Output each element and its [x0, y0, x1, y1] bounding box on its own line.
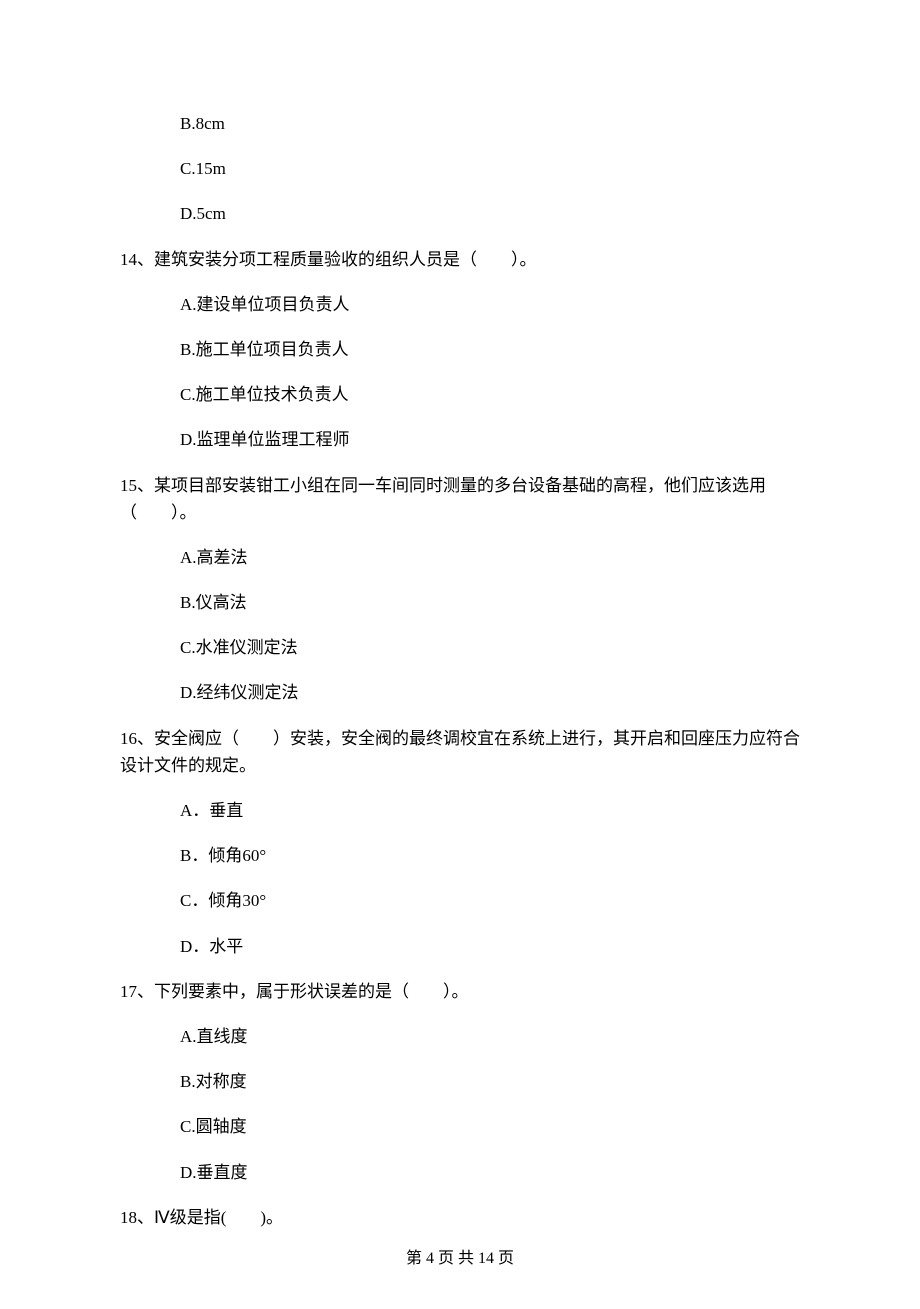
option-c: C.15m [180, 155, 800, 182]
option-text: D．水平 [180, 937, 243, 956]
question-text: 17、下列要素中，属于形状误差的是（ ）。 [120, 982, 469, 1001]
option-text: C.水准仪测定法 [180, 638, 298, 657]
q13-remaining-options: B.8cm C.15m D.5cm [120, 110, 800, 228]
q14-options: A.建设单位项目负责人 B.施工单位项目负责人 C.施工单位技术负责人 D.监理… [120, 291, 800, 454]
option-b: B.仪高法 [180, 589, 800, 616]
option-a: A．垂直 [180, 797, 800, 824]
option-text: A.建设单位项目负责人 [180, 295, 350, 314]
option-text: A.直线度 [180, 1027, 248, 1046]
option-text: A.高差法 [180, 548, 248, 567]
option-text: D.垂直度 [180, 1163, 248, 1182]
option-d: D.监理单位监理工程师 [180, 426, 800, 453]
option-a: A.高差法 [180, 544, 800, 571]
option-b: B.施工单位项目负责人 [180, 336, 800, 363]
option-a: A.建设单位项目负责人 [180, 291, 800, 318]
option-b: B．倾角60° [180, 842, 800, 869]
option-a: A.直线度 [180, 1023, 800, 1050]
option-text: C.施工单位技术负责人 [180, 385, 349, 404]
option-text: B.施工单位项目负责人 [180, 340, 349, 359]
option-d: D.经纬仪测定法 [180, 679, 800, 706]
option-text: A．垂直 [180, 801, 243, 820]
question-text: 15、某项目部安装钳工小组在同一车间同时测量的多台设备基础的高程，他们应该选用（… [120, 476, 766, 522]
option-b: B.8cm [180, 110, 800, 137]
question-18: 18、Ⅳ级是指( )。 [120, 1204, 800, 1231]
question-15: 15、某项目部安装钳工小组在同一车间同时测量的多台设备基础的高程，他们应该选用（… [120, 472, 800, 526]
question-text: 14、建筑安装分项工程质量验收的组织人员是（ ）。 [120, 250, 537, 269]
option-d: D.垂直度 [180, 1159, 800, 1186]
option-b: B.对称度 [180, 1068, 800, 1095]
question-text: 18、Ⅳ级是指( )。 [120, 1208, 283, 1227]
option-d: D.5cm [180, 200, 800, 227]
option-c: C．倾角30° [180, 887, 800, 914]
document-page: B.8cm C.15m D.5cm 14、建筑安装分项工程质量验收的组织人员是（… [0, 0, 920, 1309]
page-number: 第 4 页 共 14 页 [0, 1246, 920, 1272]
option-text: C．倾角30° [180, 891, 266, 910]
option-text: D.经纬仪测定法 [180, 683, 299, 702]
option-text: D.5cm [180, 204, 226, 223]
option-c: C.施工单位技术负责人 [180, 381, 800, 408]
option-c: C.水准仪测定法 [180, 634, 800, 661]
option-text: B.对称度 [180, 1072, 247, 1091]
question-text: 16、安全阀应（ ）安装，安全阀的最终调校宜在系统上进行，其开启和回座压力应符合… [120, 729, 800, 775]
option-text: B.8cm [180, 114, 225, 133]
page-number-text: 第 4 页 共 14 页 [406, 1250, 514, 1267]
q17-options: A.直线度 B.对称度 C.圆轴度 D.垂直度 [120, 1023, 800, 1186]
q15-options: A.高差法 B.仪高法 C.水准仪测定法 D.经纬仪测定法 [120, 544, 800, 707]
question-14: 14、建筑安装分项工程质量验收的组织人员是（ ）。 [120, 246, 800, 273]
q16-options: A．垂直 B．倾角60° C．倾角30° D．水平 [120, 797, 800, 960]
option-text: B.仪高法 [180, 593, 247, 612]
question-17: 17、下列要素中，属于形状误差的是（ ）。 [120, 978, 800, 1005]
option-d: D．水平 [180, 933, 800, 960]
option-text: C.圆轴度 [180, 1117, 247, 1136]
question-16: 16、安全阀应（ ）安装，安全阀的最终调校宜在系统上进行，其开启和回座压力应符合… [120, 725, 800, 779]
option-text: B．倾角60° [180, 846, 266, 865]
option-text: D.监理单位监理工程师 [180, 430, 350, 449]
option-c: C.圆轴度 [180, 1113, 800, 1140]
option-text: C.15m [180, 159, 226, 178]
